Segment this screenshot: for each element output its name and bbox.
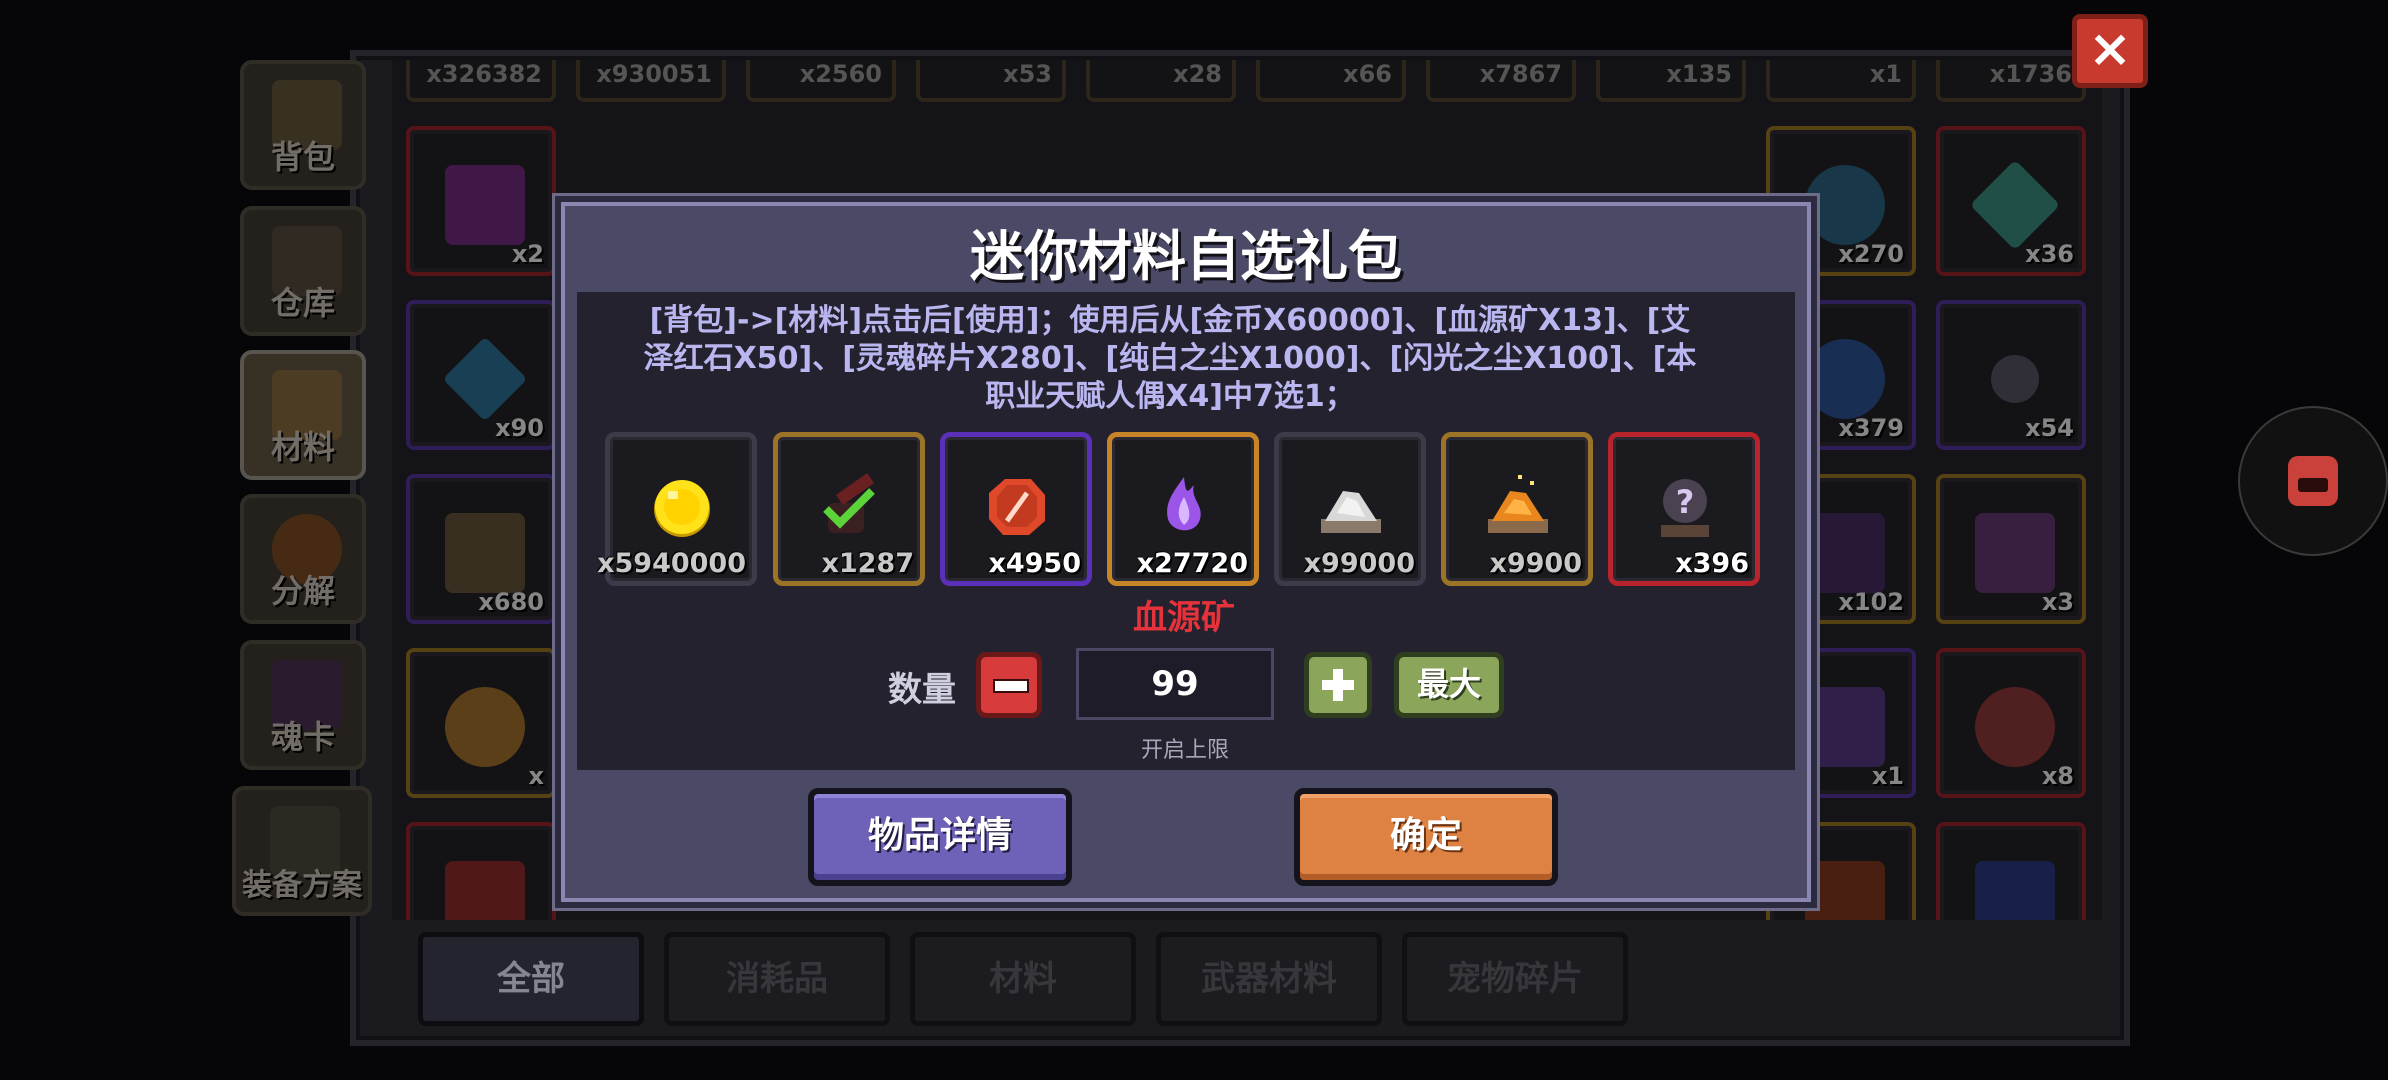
quantity-input[interactable]: 99 <box>1076 648 1274 720</box>
close-button[interactable]: × <box>2072 14 2148 88</box>
red-stone-icon <box>989 479 1045 535</box>
confirm-button[interactable]: 确定 <box>1294 788 1558 886</box>
option-card-gold-coin[interactable]: x5940000 <box>597 432 757 586</box>
limit-note: 开启上限 <box>1140 738 1229 763</box>
flash-dust-icon <box>1488 475 1548 533</box>
talent-doll-icon: ? <box>1661 479 1709 537</box>
item-details-button[interactable]: 物品详情 <box>808 788 1072 886</box>
game-controller-icon <box>2288 456 2338 506</box>
option-count: x5940000 <box>597 548 746 579</box>
option-count: x27720 <box>1136 548 1248 579</box>
increase-quantity-button[interactable] <box>1304 652 1372 718</box>
white-dust-icon <box>1321 491 1381 533</box>
soul-shard-icon <box>1167 477 1201 531</box>
option-card-flash-dust[interactable]: x9900 <box>1441 432 1593 586</box>
option-count: x9900 <box>1489 548 1582 579</box>
option-card-soul-shard[interactable]: x27720 <box>1107 432 1259 586</box>
max-quantity-button[interactable]: 最大 <box>1394 652 1504 718</box>
option-card-red-stone[interactable]: x4950 <box>940 432 1092 586</box>
decrease-quantity-button[interactable] <box>976 652 1042 718</box>
dialog-title: 迷你材料自选礼包 <box>970 225 1402 288</box>
option-count: x99000 <box>1303 548 1415 579</box>
close-icon: × <box>2088 19 2132 79</box>
floating-assist-button[interactable] <box>2238 406 2388 556</box>
dialog-description: [背包]->[材料]点击后[使用]；使用后从[金币X60000]、[血源矿X13… <box>643 303 1697 414</box>
option-card-white-dust[interactable]: x99000 <box>1274 432 1426 586</box>
quantity-label: 数量 <box>888 670 956 710</box>
option-count: x1287 <box>821 548 914 579</box>
gold-coin-icon <box>654 480 710 537</box>
option-card-blood-ore[interactable]: x1287 <box>773 432 925 586</box>
option-card-talent-doll[interactable]: ? x396 <box>1608 432 1760 586</box>
option-count: x4950 <box>988 548 1081 579</box>
svg-text:?: ? <box>1676 483 1695 521</box>
option-count: x396 <box>1675 548 1749 579</box>
selected-item-name: 血源矿 <box>1133 598 1235 638</box>
blood-ore-icon <box>823 473 875 533</box>
